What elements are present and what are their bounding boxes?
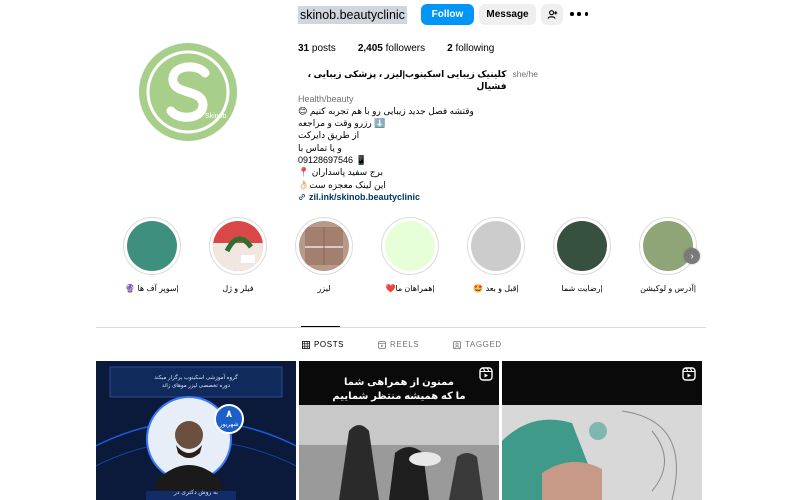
highlight-item[interactable]: فیلر و ژل bbox=[202, 217, 274, 293]
post-caption-line: ما که همیشه منتظر شماییم bbox=[332, 391, 466, 402]
date-badge: ۸ شهریور bbox=[214, 404, 244, 434]
bio-link[interactable]: zil.ink/skinob.beautyclinic bbox=[298, 191, 538, 203]
link-icon bbox=[299, 194, 305, 201]
profile-bio: کلینیک زیبایی اسکینوب|لیزر ، پزشکی زیبای… bbox=[298, 68, 538, 203]
add-user-icon bbox=[547, 10, 557, 19]
reels-icon bbox=[378, 340, 386, 349]
highlight-cover bbox=[127, 221, 177, 271]
story-highlights: |سوپر آف ها 🔮 فیلر و ژل لیزر |همراهان ما… bbox=[100, 217, 710, 297]
bio-line: از طریق دایرکت bbox=[298, 130, 360, 141]
bio-line: ⬇️ رزرو وقت و مراجعه bbox=[298, 118, 386, 129]
highlight-cover bbox=[557, 221, 607, 271]
highlight-label: |آدرس و لوکیشن bbox=[640, 284, 696, 293]
highlight-item[interactable]: |همراهان ما❤️ bbox=[374, 217, 446, 293]
full-name: کلینیک زیبایی اسکینوب|لیزر ، پزشکی زیبای… bbox=[307, 69, 507, 92]
active-tab-indicator bbox=[301, 326, 340, 327]
highlight-label: |سوپر آف ها 🔮 bbox=[125, 284, 179, 293]
bio-line: این لینک معجزه ست👌🏻 bbox=[298, 179, 386, 190]
post-header-line: گروه آموزشی اسکینوب برگزار میکند bbox=[154, 375, 238, 381]
following-count[interactable]: 2 following bbox=[447, 43, 494, 54]
highlight-label: |همراهان ما❤️ bbox=[385, 284, 435, 293]
tab-reels[interactable]: REELS bbox=[378, 340, 419, 349]
chevron-right-icon: › bbox=[690, 250, 694, 262]
category: Health/beauty bbox=[298, 93, 354, 104]
bio-line: و یا تماس با bbox=[298, 142, 342, 153]
bio-line: برج سفید پاسداران 📍 bbox=[298, 167, 383, 178]
skinob-logo-icon: Skinob bbox=[139, 43, 237, 141]
bio-line: 09128697546 📱 bbox=[298, 155, 367, 166]
profile-stats: 31 posts 2,405 followers 2 following bbox=[298, 43, 516, 54]
highlight-cover bbox=[643, 221, 693, 271]
followers-count[interactable]: 2,405 followers bbox=[358, 43, 425, 54]
post-tile[interactable]: گروه آموزشی اسکینوب برگزار میکند دوره تخ… bbox=[96, 361, 296, 500]
post-tile[interactable] bbox=[502, 361, 702, 500]
post-image bbox=[502, 361, 702, 500]
username-row: skinob.beautyclinic bbox=[298, 4, 407, 26]
highlight-item[interactable]: لیزر bbox=[288, 217, 360, 293]
highlight-label: |رضایت شما bbox=[561, 284, 603, 293]
tab-tagged[interactable]: TAGGED bbox=[453, 340, 502, 349]
highlight-label: لیزر bbox=[317, 284, 331, 293]
tagged-icon bbox=[453, 340, 461, 349]
more-options-icon[interactable] bbox=[570, 6, 588, 22]
post-image bbox=[96, 361, 296, 500]
reel-icon bbox=[682, 367, 696, 381]
highlight-item[interactable]: |سوپر آف ها 🔮 bbox=[116, 217, 188, 293]
post-tile[interactable]: ممنون از همراهی شما ما که همیشه منتظر شم… bbox=[299, 361, 499, 500]
posts-count[interactable]: 31 posts bbox=[298, 43, 336, 54]
highlight-label: |قبل و بعد 🤩 bbox=[473, 284, 519, 293]
post-footer-text: به روش دکتری در bbox=[174, 490, 218, 496]
highlight-cover bbox=[299, 221, 349, 271]
follow-button[interactable]: Follow bbox=[421, 4, 474, 25]
tabs-divider bbox=[96, 327, 706, 328]
highlight-label: فیلر و ژل bbox=[222, 284, 254, 293]
tab-posts[interactable]: POSTS bbox=[302, 340, 344, 349]
profile-avatar[interactable]: Skinob bbox=[139, 43, 237, 141]
highlight-cover bbox=[471, 221, 521, 271]
message-button[interactable]: Message bbox=[479, 4, 536, 25]
bio-line: وقتشه فصل جدید زیبایی رو با هم تجربه کنی… bbox=[298, 105, 474, 116]
post-header-line: دوره تخصصی لیزر موهای زائد bbox=[161, 383, 231, 389]
highlight-cover bbox=[213, 221, 263, 271]
highlight-cover bbox=[385, 221, 435, 271]
pronouns: she/he bbox=[512, 69, 538, 79]
grid-icon bbox=[302, 340, 310, 349]
post-caption-line: ممنون از همراهی شما bbox=[344, 377, 454, 388]
username: skinob.beautyclinic bbox=[298, 6, 407, 24]
highlight-item[interactable]: |قبل و بعد 🤩 bbox=[460, 217, 532, 293]
avatar-text: Skinob bbox=[205, 113, 227, 120]
highlight-item[interactable]: |رضایت شما bbox=[546, 217, 618, 293]
highlights-next-button[interactable]: › bbox=[684, 248, 700, 264]
suggested-users-button[interactable] bbox=[541, 4, 563, 25]
